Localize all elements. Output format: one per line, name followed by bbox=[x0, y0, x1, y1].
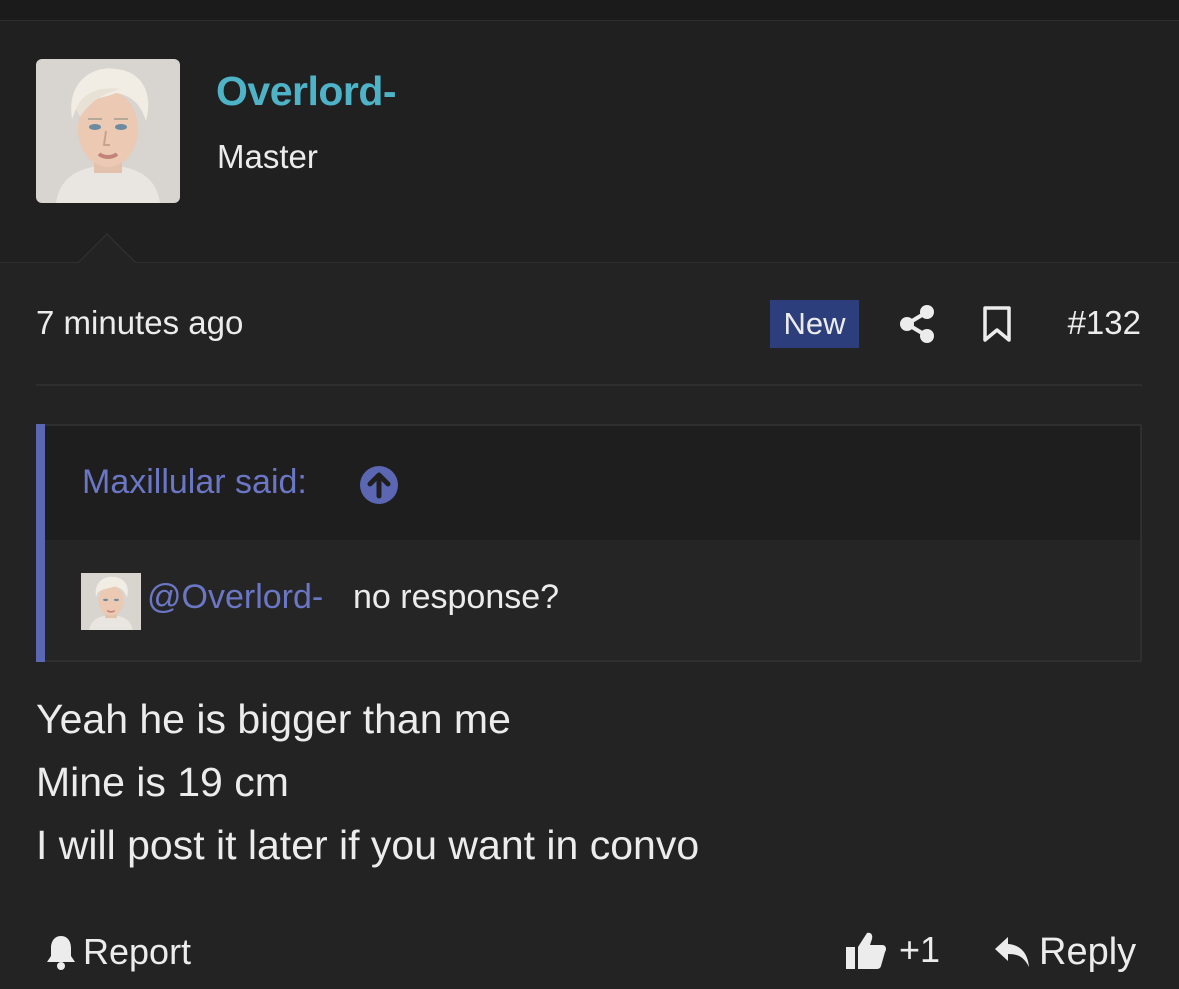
bell-icon bbox=[47, 936, 75, 970]
top-strip bbox=[0, 0, 1179, 21]
post-date[interactable]: 7 minutes ago bbox=[36, 304, 243, 342]
quote-text: no response? bbox=[353, 578, 560, 616]
reply-button[interactable]: Reply bbox=[993, 930, 1136, 974]
reply-arrow-icon bbox=[995, 937, 1029, 967]
report-label: Report bbox=[83, 931, 192, 972]
mention-avatar-image bbox=[81, 573, 141, 630]
header-divider bbox=[0, 262, 1179, 263]
header-pointer-fill bbox=[78, 235, 136, 264]
share-icon[interactable] bbox=[898, 304, 936, 344]
new-badge: New bbox=[770, 300, 859, 348]
message-line: I will post it later if you want in conv… bbox=[36, 822, 700, 868]
user-avatar[interactable] bbox=[36, 59, 180, 203]
bookmark-icon[interactable] bbox=[981, 305, 1013, 343]
report-button[interactable]: Report bbox=[45, 930, 191, 974]
message-line: Mine is 19 cm bbox=[36, 759, 289, 805]
like-count: +1 bbox=[899, 929, 941, 970]
quote-accent-bar bbox=[36, 424, 45, 662]
avatar-image bbox=[36, 59, 180, 203]
arrow-up-circle-icon[interactable] bbox=[359, 465, 399, 505]
like-button[interactable]: +1 bbox=[845, 928, 940, 972]
username[interactable]: Overlord- bbox=[216, 68, 397, 115]
message-line: Yeah he is bigger than me bbox=[36, 696, 511, 742]
post-number[interactable]: #132 bbox=[1068, 304, 1141, 342]
quote-author[interactable]: Maxillular said: bbox=[82, 463, 307, 502]
meta-divider bbox=[36, 384, 1142, 386]
mention-avatar[interactable] bbox=[81, 573, 141, 630]
thumbs-up-icon bbox=[846, 932, 886, 969]
user-title: Master bbox=[217, 138, 318, 175]
user-mention[interactable]: @Overlord- bbox=[147, 578, 323, 617]
reply-label: Reply bbox=[1039, 930, 1137, 973]
